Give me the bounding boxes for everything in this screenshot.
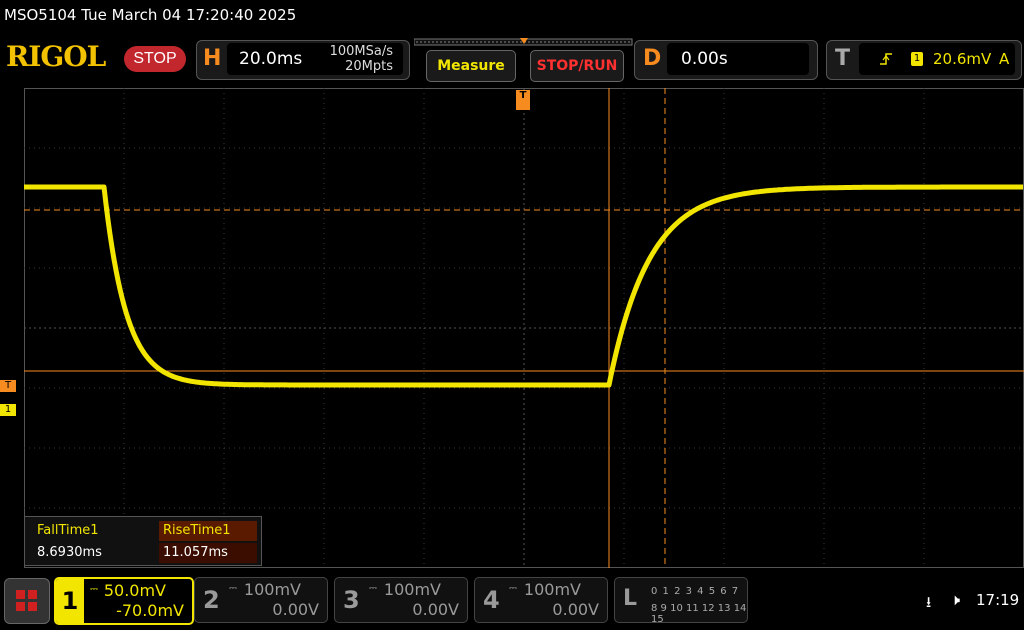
- channel3-number: 3: [343, 586, 360, 614]
- title-text: MSO5104 Tue March 04 17:20:40 2025: [4, 6, 297, 24]
- logic-letter: L: [623, 586, 638, 611]
- channel2-panel[interactable]: 2 ⎓ 100mV 0.00V: [194, 577, 328, 623]
- timebase-value: 20.0ms: [239, 49, 303, 69]
- trigger-level: 20.6mV: [933, 50, 992, 68]
- logic-analyzer-panel[interactable]: L 0 1 2 3 4 5 6 7 8 9 10 11 12 13 14 15: [614, 577, 748, 625]
- channel1-number: 1: [56, 579, 84, 623]
- channel1-offset-marker[interactable]: 1: [0, 404, 16, 416]
- rigol-logo: RIGOL: [6, 40, 106, 73]
- channel2-offset: 0.00V: [272, 600, 319, 619]
- sample-rate: 100MSa/s: [329, 44, 393, 59]
- dc-coupling-icon: ⎓: [229, 583, 237, 594]
- trigger-level-marker[interactable]: T: [0, 380, 16, 392]
- delay-letter: D: [643, 46, 662, 71]
- channel4-offset: 0.00V: [552, 600, 599, 619]
- trigger-panel[interactable]: T 1 20.6mV A: [826, 40, 1022, 80]
- channel2-number: 2: [203, 586, 220, 614]
- channel4-scale: 100mV: [523, 580, 581, 599]
- dc-coupling-icon: ⎓: [509, 583, 517, 594]
- run-status-badge[interactable]: STOP: [124, 46, 186, 72]
- delay-value: 0.00s: [681, 49, 728, 69]
- channel3-panel[interactable]: 3 ⎓ 100mV 0.00V: [334, 577, 468, 623]
- memory-position-indicator: [414, 38, 633, 46]
- delay-panel[interactable]: D 0.00s: [634, 40, 818, 80]
- fall-time-value: 8.6930ms: [37, 545, 102, 560]
- logic-channels-row1: 0 1 2 3 4 5 6 7: [651, 586, 740, 597]
- channel1-panel[interactable]: 1 ⎓ 50.0mV -70.0mV: [54, 577, 194, 625]
- channel1-trace: [24, 184, 1024, 388]
- trigger-source-badge: 1: [911, 52, 923, 66]
- rise-time-header[interactable]: RiseTime1: [159, 521, 257, 541]
- channel4-panel[interactable]: 4 ⎓ 100mV 0.00V: [474, 577, 608, 623]
- title-bar: MSO5104 Tue March 04 17:20:40 2025: [0, 0, 1024, 34]
- horizontal-panel[interactable]: H 20.0ms 100MSa/s 20Mpts: [196, 40, 410, 80]
- dc-coupling-icon: ⎓: [90, 584, 98, 595]
- memory-depth: 20Mpts: [345, 59, 393, 74]
- rising-edge-icon: [880, 53, 892, 65]
- main-menu-button[interactable]: [4, 578, 50, 624]
- rise-time-value: 11.057ms: [159, 543, 257, 563]
- waveform-display[interactable]: [24, 88, 1024, 568]
- system-clock: 17:19: [976, 591, 1020, 609]
- channel4-number: 4: [483, 586, 500, 614]
- stop-run-button[interactable]: STOP/RUN: [530, 50, 624, 82]
- trigger-position-label: T: [519, 90, 527, 101]
- logic-channels-row2: 8 9 10 11 12 13 14 15: [651, 603, 747, 625]
- speaker-muted-icon[interactable]: 🕨: [950, 590, 960, 610]
- trigger-position-marker[interactable]: T: [516, 90, 530, 110]
- trigger-letter: T: [835, 46, 851, 71]
- measure-button[interactable]: Measure: [426, 50, 516, 82]
- channel1-scale: 50.0mV: [103, 581, 166, 600]
- channel1-offset: -70.0mV: [116, 601, 184, 620]
- trigger-mode: A: [999, 50, 1010, 68]
- channel3-scale: 100mV: [383, 580, 441, 599]
- usb-icon: ⭳: [926, 593, 932, 611]
- dc-coupling-icon: ⎓: [369, 583, 377, 594]
- horizontal-letter: H: [203, 46, 222, 71]
- measurement-table: FallTime1 RiseTime1 8.6930ms 11.057ms: [24, 516, 262, 566]
- channel2-scale: 100mV: [243, 580, 301, 599]
- fall-time-header[interactable]: FallTime1: [31, 521, 159, 541]
- channel3-offset: 0.00V: [412, 600, 459, 619]
- menu-grid-icon: [16, 590, 37, 611]
